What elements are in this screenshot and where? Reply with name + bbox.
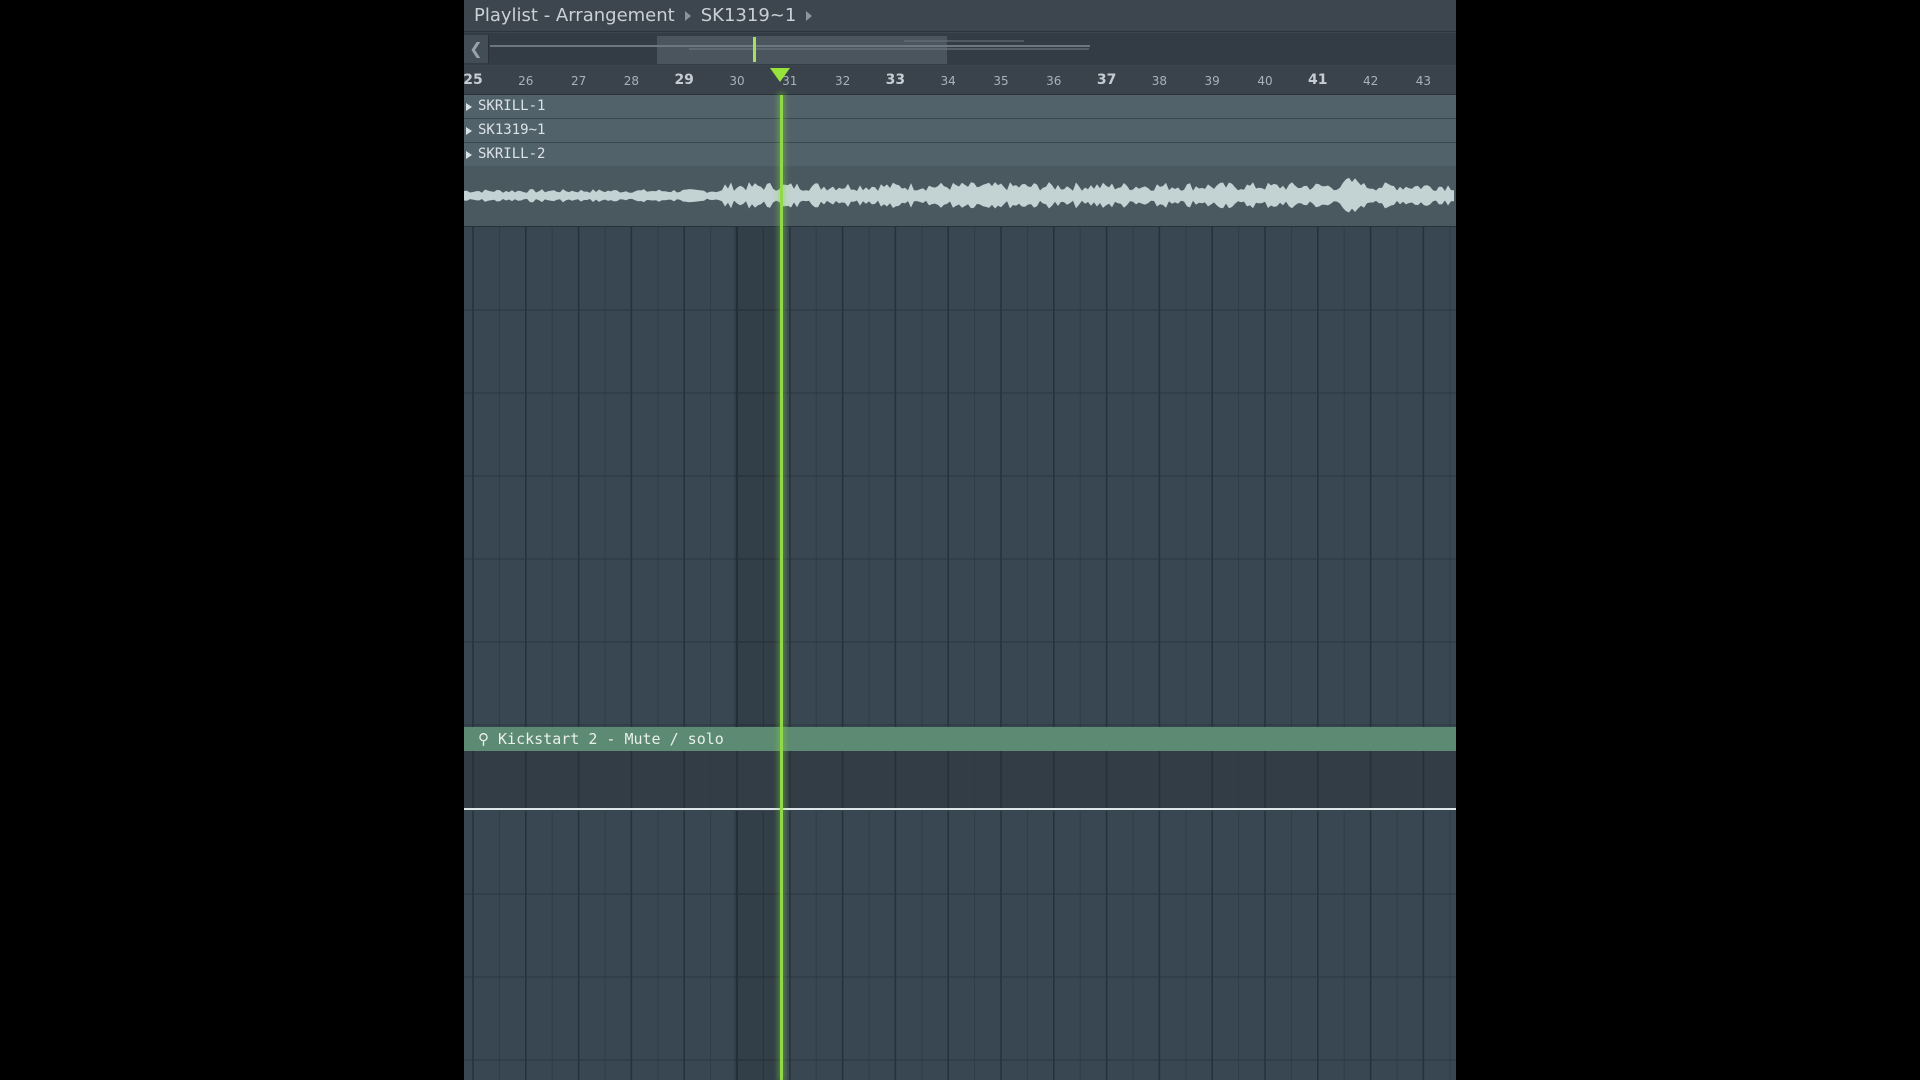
bar-number-38: 38 bbox=[1151, 74, 1168, 88]
pattern-selector[interactable]: SK1319~1 bbox=[701, 5, 797, 26]
clip-label: SKRILL-2 bbox=[478, 146, 546, 162]
grid-lines bbox=[464, 811, 1456, 1080]
bar-number-35: 35 bbox=[993, 74, 1009, 88]
automation-curve[interactable] bbox=[464, 808, 1456, 810]
overview-track-line bbox=[490, 45, 1090, 47]
waveform-graphic bbox=[464, 177, 1454, 213]
automation-clip-kickstart[interactable]: ⚲ Kickstart 2 - Mute / solo bbox=[464, 727, 1456, 751]
bar-number-27: 27 bbox=[570, 74, 587, 88]
title-bar[interactable]: Playlist - Arrangement SK1319~1 bbox=[464, 0, 1456, 32]
clip-arrow-icon bbox=[466, 151, 472, 159]
audio-waveform-clip[interactable] bbox=[464, 166, 1456, 227]
bar-number-33: 33 bbox=[885, 72, 906, 88]
breadcrumb-arrow-icon bbox=[684, 10, 691, 21]
pattern-menu-arrow-icon[interactable] bbox=[806, 10, 813, 21]
clip-label: SK1319~1 bbox=[478, 122, 546, 138]
playlist-window: Playlist - Arrangement SK1319~1 ❮ 25 26 27… bbox=[464, 0, 1456, 1080]
automation-label: Kickstart 2 - Mute / solo bbox=[498, 730, 724, 748]
automation-key-icon: ⚲ bbox=[478, 730, 489, 748]
window-title: Playlist - Arrangement bbox=[474, 5, 675, 26]
clip-label: SKRILL-1 bbox=[478, 98, 546, 114]
clip-skrill-1[interactable]: SKRILL-1 bbox=[464, 95, 1456, 118]
playlist-overview-scrollbar[interactable]: ❮ bbox=[464, 33, 1456, 93]
clip-arrow-icon bbox=[466, 103, 472, 111]
timeline-ruler[interactable]: 25 26 27 28 29 30 31 32 33 34 35 36 37 38 39 40 41 42 43 bbox=[464, 66, 1456, 95]
bar-number-41: 41 bbox=[1308, 72, 1328, 88]
bar-number-43: 43 bbox=[1415, 74, 1432, 88]
bar-number-30: 30 bbox=[729, 74, 745, 88]
automation-grid-lines bbox=[472, 751, 1451, 809]
bar-number-39: 39 bbox=[1204, 74, 1220, 88]
bar-number-32: 32 bbox=[834, 74, 851, 88]
bar-number-42: 42 bbox=[1362, 74, 1379, 88]
clip-arrow-icon bbox=[466, 127, 472, 135]
bar-number-36: 36 bbox=[1046, 74, 1062, 88]
bar-number-28: 28 bbox=[623, 74, 640, 88]
playhead-marker-icon[interactable] bbox=[770, 68, 790, 82]
bar-number-29: 29 bbox=[674, 72, 694, 88]
overview-track-line bbox=[904, 40, 1024, 42]
clip-sk1319-1[interactable]: SK1319~1 bbox=[464, 119, 1456, 142]
overview-playhead bbox=[753, 37, 756, 62]
bar-number-26: 26 bbox=[518, 74, 534, 88]
scroll-left-button[interactable]: ❮ bbox=[464, 35, 489, 63]
playhead-line bbox=[780, 95, 783, 1080]
bar-number-37: 37 bbox=[1096, 72, 1117, 88]
playlist-grid-upper[interactable] bbox=[464, 227, 1456, 727]
grid-lines bbox=[464, 227, 1456, 727]
overview-track-line bbox=[689, 48, 1089, 50]
bar-number-34: 34 bbox=[940, 74, 956, 88]
loop-shade bbox=[734, 227, 780, 727]
bar-number-40: 40 bbox=[1257, 74, 1273, 88]
clip-skrill-2[interactable]: SKRILL-2 bbox=[464, 143, 1456, 166]
playlist-grid-lower[interactable] bbox=[464, 811, 1456, 1080]
automation-lane[interactable] bbox=[464, 751, 1456, 809]
bar-number-25: 25 bbox=[464, 72, 483, 88]
loop-shade bbox=[734, 811, 780, 1080]
